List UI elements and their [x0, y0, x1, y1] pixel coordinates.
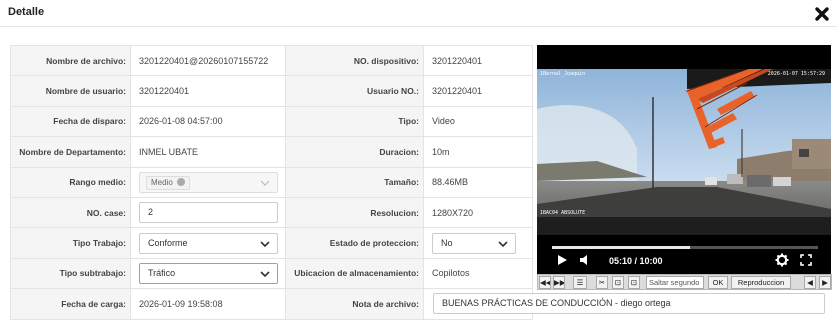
label-range: Rango medio:	[10, 166, 131, 198]
work-type-select[interactable]: Conforme	[139, 232, 278, 254]
label-filename: Nombre de archivo:	[10, 44, 131, 77]
value-size: 88.46MB	[423, 166, 533, 198]
form-row: Nombre de usuario: 3201220401 Usuario NO…	[10, 75, 533, 107]
rewind-button[interactable]: ◀◀	[539, 276, 551, 289]
video-player[interactable]: 1Bernal_Joaquin 2026-01-07 15:57:29 1BAC…	[537, 45, 831, 290]
close-icon	[815, 7, 829, 21]
label-upload-date: Fecha de carga:	[10, 288, 131, 320]
fullscreen-icon[interactable]	[800, 254, 812, 266]
label-device-no: NO. dispositivo:	[285, 44, 424, 77]
case-no-input[interactable]: 2	[139, 202, 278, 224]
close-button[interactable]	[812, 4, 832, 24]
capture-button[interactable]: ⊡	[612, 276, 624, 289]
snapshot-button[interactable]: ⊡	[628, 276, 640, 289]
range-chip-label: Medio	[151, 177, 173, 187]
value-duration: 10m	[423, 136, 533, 168]
label-file-note: Nota de archivo:	[285, 288, 424, 320]
protection-cell: No	[423, 227, 533, 259]
label-trigger-date: Fecha de disparo:	[10, 105, 131, 138]
value-device-no: 3201220401	[423, 44, 533, 77]
label-case-no: NO. case:	[10, 196, 131, 229]
label-department: Nombre de Departamento:	[10, 136, 131, 168]
chip-remove-icon	[176, 177, 185, 186]
form-row: Nombre de archivo: 3201220401@2026010715…	[10, 44, 533, 77]
form-row: Rango medio: Medio Tamaño: 88.46MB	[10, 166, 533, 198]
value-type: Video	[423, 105, 533, 138]
prev-frame-button[interactable]: ◀	[804, 276, 816, 289]
value-trigger-date: 2026-01-08 04:57:00	[130, 105, 286, 138]
osd-driver: 1Bernal_Joaquin	[540, 71, 586, 77]
value-upload-date: 2026-01-09 19:58:08	[130, 288, 286, 320]
seek-seconds-input[interactable]: Saltar segundo	[646, 276, 704, 289]
seek-progress	[552, 246, 690, 249]
value-storage-location: Copilotos	[423, 257, 533, 290]
label-resolution: Resolucion:	[285, 196, 424, 229]
playback-toolbar: ◀◀ ▶▶ ☰ ✂ ⊡ ⊡ Saltar segundo OK Reproduc…	[537, 274, 832, 290]
label-storage-location: Ubicacion de almacenamiento:	[285, 257, 424, 290]
dialog-header: Detalle	[0, 0, 837, 27]
chevron-down-icon	[260, 271, 270, 278]
time-display: 05:10 / 10:00	[609, 256, 663, 266]
detail-form: Nombre de archivo: 3201220401@2026010715…	[10, 44, 825, 320]
value-username: 3201220401	[130, 75, 286, 107]
ok-button[interactable]: OK	[708, 276, 728, 289]
osd-plate: 1BAC04 ABSOLUTE	[540, 210, 586, 216]
form-row: Tipo Trabajo: Conforme Estado de protecc…	[10, 227, 533, 259]
value-department: INMEL UBATE	[130, 136, 286, 168]
file-note-input[interactable]: BUENAS PRÁCTICAS DE CONDUCCIÓN - diego o…	[433, 293, 825, 315]
chevron-down-icon	[260, 180, 270, 186]
subwork-type-select[interactable]: Tráfico	[139, 262, 278, 284]
video-frame: 1Bernal_Joaquin 2026-01-07 15:57:29 1BAC…	[537, 69, 831, 235]
next-frame-button[interactable]: ▶	[819, 276, 831, 289]
label-work-type: Tipo Trabajo:	[10, 227, 131, 259]
range-cell: Medio	[130, 166, 286, 198]
range-chip: Medio	[146, 175, 190, 190]
playback-rate-button[interactable]: Reproduccion	[731, 276, 791, 289]
value-filename: 3201220401@20260107155722	[130, 44, 286, 77]
seek-bar[interactable]	[552, 246, 818, 249]
label-username: Nombre de usuario:	[10, 75, 131, 107]
label-protection: Estado de proteccion:	[285, 227, 424, 259]
label-size: Tamaño:	[285, 166, 424, 198]
work-type-value: Conforme	[148, 237, 188, 248]
form-row: NO. case: 2 Resolucion: 1280X720	[10, 196, 533, 229]
form-row: Fecha de carga: 2026-01-09 19:58:08 Nota…	[10, 288, 825, 320]
label-duration: Duracion:	[285, 136, 424, 168]
cut-button[interactable]: ✂	[596, 276, 608, 289]
label-type: Tipo:	[285, 105, 424, 138]
subwork-type-cell: Tráfico	[130, 257, 286, 290]
case-cell: 2	[130, 196, 286, 229]
range-select[interactable]: Medio	[139, 171, 278, 193]
chevron-down-icon	[260, 240, 270, 247]
osd-timestamp: 2026-01-07 15:57:29	[767, 71, 825, 77]
subwork-type-value: Tráfico	[148, 267, 176, 278]
form-row: Tipo subtrabajo: Tráfico Ubicacion de al…	[10, 257, 533, 290]
form-row: Fecha de disparo: 2026-01-08 04:57:00 Ti…	[10, 105, 533, 138]
protection-select[interactable]: No	[432, 232, 516, 254]
file-note-cell: BUENAS PRÁCTICAS DE CONDUCCIÓN - diego o…	[423, 288, 825, 320]
value-user-no: 3201220401	[423, 75, 533, 107]
form-row: Nombre de Departamento: INMEL UBATE Dura…	[10, 136, 533, 168]
value-resolution: 1280X720	[423, 196, 533, 229]
play-icon[interactable]	[556, 254, 568, 266]
label-user-no: Usuario NO.:	[285, 75, 424, 107]
chevron-down-icon	[498, 240, 508, 247]
volume-icon[interactable]	[579, 254, 593, 266]
label-subwork-type: Tipo subtrabajo:	[10, 257, 131, 290]
fast-forward-button[interactable]: ▶▶	[553, 276, 565, 289]
protection-value: No	[441, 237, 453, 248]
gear-icon[interactable]	[775, 253, 789, 267]
dialog-title: Detalle	[8, 6, 45, 18]
work-type-cell: Conforme	[130, 227, 286, 259]
list-button[interactable]: ☰	[573, 276, 587, 289]
